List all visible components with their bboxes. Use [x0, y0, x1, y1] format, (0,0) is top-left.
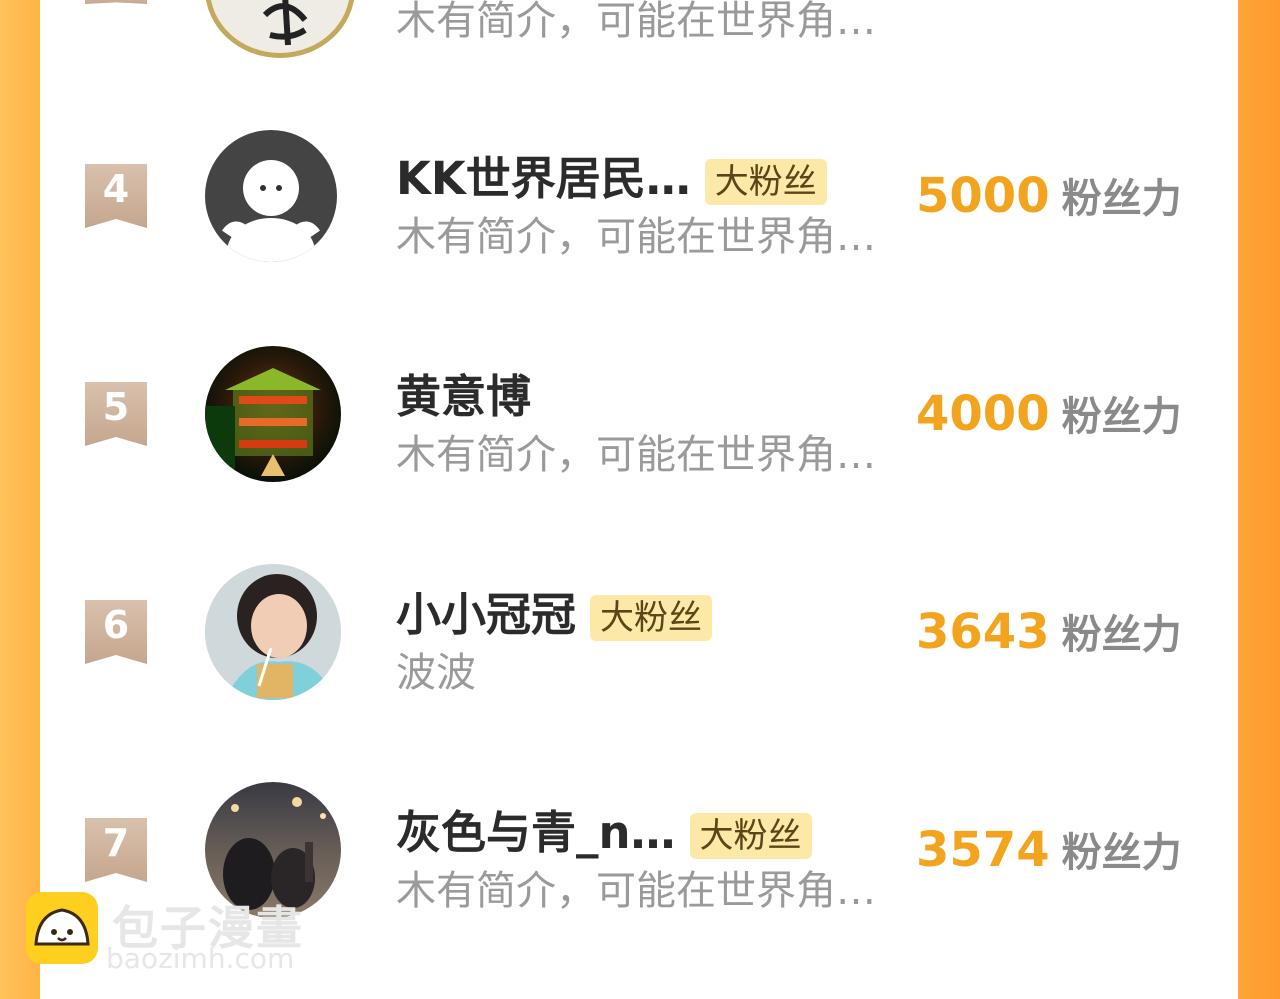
bio-text: 木有简介，可能在世界角… [396, 214, 876, 260]
rank-badge: 5 [85, 382, 147, 446]
pavilion-photo-icon [205, 368, 321, 476]
default-avatar-icon [222, 160, 320, 262]
watermark: 包子漫畫 baozimh.com [26, 892, 316, 982]
user-name-text[interactable]: 灰色与青_n… [396, 806, 676, 859]
avatar[interactable] [205, 130, 337, 262]
list-item[interactable]: 木有简介，可能在世界角… [40, 0, 1238, 60]
rank-badge [85, 0, 147, 4]
bio-text: 木有简介，可能在世界角… [396, 432, 876, 478]
bio-text: 木有简介，可能在世界角… [396, 868, 876, 914]
list-item[interactable]: 5 黄意博 木有简介，可能在世界角… 4000 粉丝力 [40, 336, 1238, 496]
ranking-list: 木有简介，可能在世界角… 4 KK世界居民… 大粉丝 木有简介，可能在世界角… 5… [40, 0, 1238, 999]
avatar[interactable] [205, 564, 341, 700]
avatar[interactable] [205, 346, 341, 482]
fan-power: 3643 粉丝力 [916, 602, 1182, 660]
fan-power-unit: 粉丝力 [1061, 830, 1182, 876]
bio-text: 木有简介，可能在世界角… [396, 0, 876, 44]
avatar[interactable] [205, 0, 355, 58]
user-name-text[interactable]: KK世界居民… [396, 152, 691, 205]
fan-power-value: 3643 [916, 604, 1050, 660]
watermark-url: baozimh.com [106, 942, 295, 975]
rank-badge: 4 [85, 164, 147, 228]
fan-level-badge: 大粉丝 [590, 595, 713, 641]
fan-power-value: 5000 [916, 168, 1050, 224]
fan-power-unit: 粉丝力 [1061, 394, 1182, 440]
fan-power-unit: 粉丝力 [1061, 176, 1182, 222]
user-name-text[interactable]: 黄意博 [396, 370, 531, 423]
fan-power: 4000 粉丝力 [916, 384, 1182, 442]
calligraphy-icon [262, 0, 308, 46]
fan-power: 3574 粉丝力 [916, 820, 1182, 878]
user-name[interactable]: 黄意博 [396, 360, 531, 425]
fan-power-unit: 粉丝力 [1061, 612, 1182, 658]
rank-badge: 7 [85, 818, 147, 882]
rank-badge: 6 [85, 600, 147, 664]
bun-logo-icon [26, 892, 98, 964]
list-item[interactable]: 4 KK世界居民… 大粉丝 木有简介，可能在世界角… 5000 粉丝力 [40, 118, 1238, 278]
bio-text: 波波 [396, 650, 476, 696]
user-name[interactable]: 灰色与青_n… 大粉丝 [396, 796, 812, 861]
user-name-text[interactable]: 小小冠冠 [396, 588, 576, 641]
fan-level-badge: 大粉丝 [704, 159, 827, 205]
fan-level-badge: 大粉丝 [689, 813, 812, 859]
user-name[interactable]: 小小冠冠 大粉丝 [396, 578, 713, 643]
fan-power-value: 3574 [916, 822, 1050, 878]
list-item[interactable]: 6 小小冠冠 大粉丝 波波 3643 粉丝力 [40, 554, 1238, 714]
fan-power: 5000 粉丝力 [916, 166, 1182, 224]
portrait-photo-icon [205, 564, 341, 700]
user-name[interactable]: KK世界居民… 大粉丝 [396, 142, 827, 207]
fan-power-value: 4000 [916, 386, 1050, 442]
